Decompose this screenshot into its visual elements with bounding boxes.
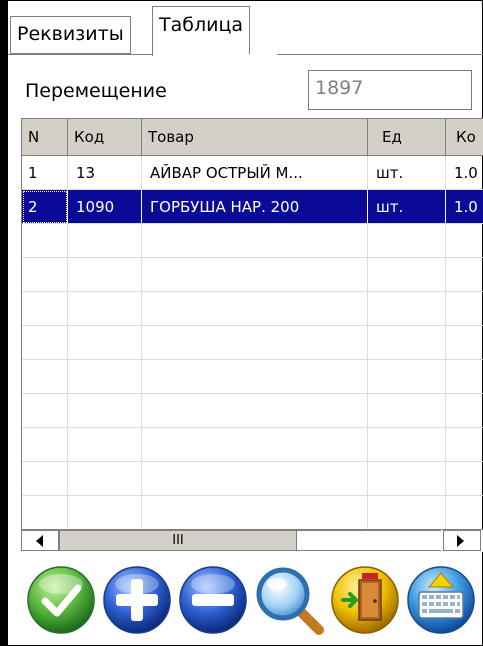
cell-qty: 1.0 [446,156,483,190]
cell-empty [22,292,68,326]
cell-empty [22,224,68,258]
cell-n: 2 [22,190,68,224]
table-row-empty[interactable] [22,462,483,496]
scroll-track[interactable] [297,530,441,551]
confirm-button[interactable] [25,564,97,636]
cell-empty [142,360,368,394]
items-table[interactable]: N Код Товар Ед Ко 1 13 АЙВАР ОСТРЫЙ М...… [21,118,483,530]
cell-empty [22,394,68,428]
cell-empty [446,224,483,258]
cell-empty [68,360,142,394]
cell-empty [68,292,142,326]
active-tab-gap [153,54,277,56]
cell-item: ГОРБУША НАР. 200 [142,190,368,224]
table-row-empty[interactable] [22,394,483,428]
table-row-empty[interactable] [22,326,483,360]
cell-empty [68,326,142,360]
search-button[interactable] [253,564,325,636]
cell-empty [22,258,68,292]
column-header-item[interactable]: Товар [142,119,368,156]
scroll-right-button[interactable] [443,530,481,551]
table-row-selected[interactable]: 2 1090 ГОРБУША НАР. 200 шт. 1.0 [22,190,483,224]
table-row-empty[interactable] [22,224,483,258]
column-header-qty[interactable]: Ко [446,119,483,156]
cell-empty [368,394,446,428]
table-row[interactable]: 1 13 АЙВАР ОСТРЫЙ М... шт. 1.0 [22,156,483,190]
cell-empty [446,326,483,360]
cell-empty [22,462,68,496]
cell-empty [446,292,483,326]
cell-empty [142,462,368,496]
cell-empty [368,224,446,258]
right-arrow-icon [457,535,464,547]
cell-empty [446,394,483,428]
cell-empty [68,224,142,258]
cell-empty [368,462,446,496]
table-row-empty[interactable] [22,428,483,462]
column-header-n[interactable]: N [22,119,68,156]
magnifier-icon [256,567,324,635]
cell-empty [368,428,446,462]
cell-empty [368,258,446,292]
cell-empty [368,326,446,360]
cell-empty [22,496,68,530]
column-header-code[interactable]: Код [68,119,142,156]
window-left-edge [0,0,8,646]
cell-n: 1 [22,156,68,190]
cell-empty [368,292,446,326]
cell-empty [22,428,68,462]
cell-empty [142,326,368,360]
cell-empty [22,326,68,360]
cell-empty [446,428,483,462]
scroll-thumb[interactable]: III [59,530,297,551]
cell-empty [142,394,368,428]
cell-empty [142,496,368,530]
cell-empty [68,394,142,428]
cell-empty [68,462,142,496]
document-number-field[interactable]: 1897 [308,70,472,110]
keyboard-button[interactable] [405,564,477,636]
remove-button[interactable] [177,564,249,636]
column-header-unit[interactable]: Ед [368,119,446,156]
cell-empty [142,292,368,326]
cell-empty [142,258,368,292]
cell-unit: шт. [368,190,446,224]
table-row-empty[interactable] [22,258,483,292]
tab-requisites[interactable]: Реквизиты [10,16,131,54]
table-row-empty[interactable] [22,360,483,394]
cell-empty [446,462,483,496]
table-header: N Код Товар Ед Ко [22,119,483,156]
scroll-left-button[interactable] [21,530,59,551]
tab-table[interactable]: Таблица [152,6,251,56]
cell-empty [446,496,483,530]
cell-empty [368,496,446,530]
cell-empty [68,428,142,462]
cell-empty [68,258,142,292]
cell-empty [446,360,483,394]
left-arrow-icon [36,535,43,547]
cell-unit: шт. [368,156,446,190]
cell-qty: 1.0 [446,190,483,224]
table-row-empty[interactable] [22,292,483,326]
horizontal-scrollbar[interactable]: III [21,529,483,552]
cell-empty [68,496,142,530]
table-row-empty[interactable] [22,496,483,530]
add-button[interactable] [101,564,173,636]
cell-code: 13 [68,156,142,190]
cell-item: АЙВАР ОСТРЫЙ М... [142,156,368,190]
cell-empty [446,258,483,292]
cell-empty [142,428,368,462]
cell-empty [22,360,68,394]
document-type-label: Перемещение [25,80,167,102]
cell-empty [368,360,446,394]
exit-button[interactable] [329,564,401,636]
minus-icon [192,594,234,606]
cell-empty [142,224,368,258]
action-toolbar [21,558,483,642]
cell-code: 1090 [68,190,142,224]
